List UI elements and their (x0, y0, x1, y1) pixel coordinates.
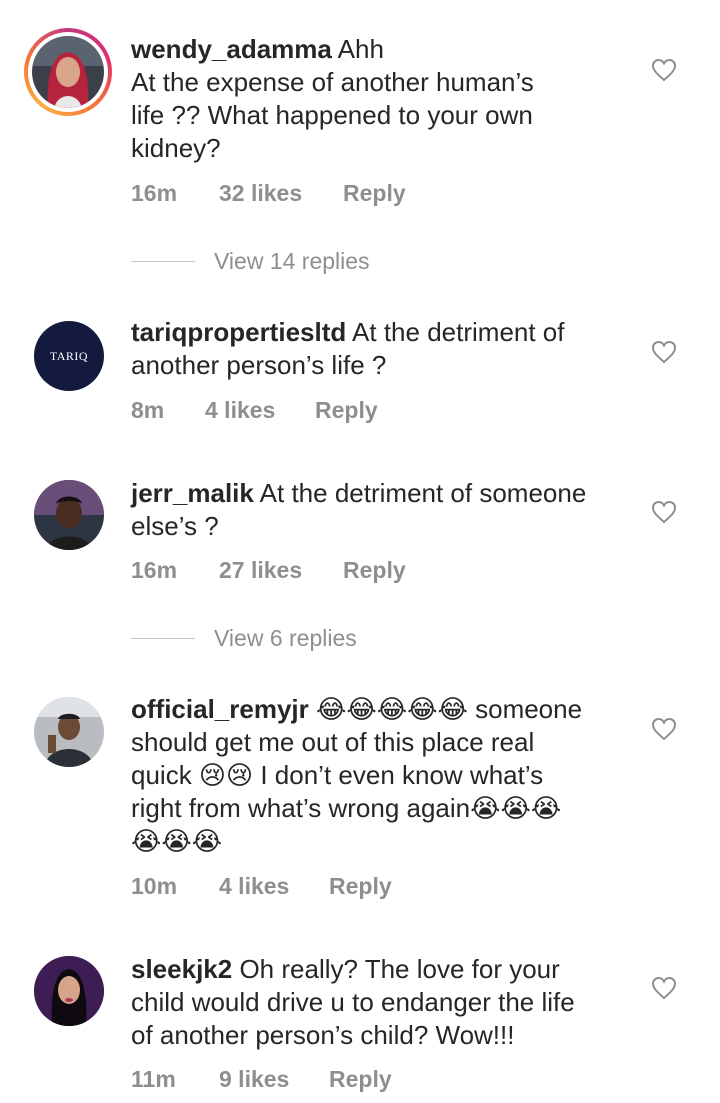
reply-button[interactable]: Reply (329, 873, 392, 900)
avatar (32, 36, 104, 108)
avatar[interactable] (34, 697, 104, 767)
comment-likes[interactable]: 9 likes (219, 1066, 329, 1093)
reply-button[interactable]: Reply (329, 1066, 392, 1093)
comment-time: 8m (131, 397, 165, 423)
comment-meta: 11m 9 likes Reply (131, 1066, 392, 1093)
avatar[interactable] (34, 956, 104, 1026)
heart-outline-icon[interactable] (651, 58, 677, 82)
comment-text: official_remyjr 😂😂😂😂😂 someone should get… (131, 694, 583, 856)
comment-username[interactable]: sleekjk2 (131, 954, 232, 984)
divider (131, 261, 195, 262)
avatar-story-ring[interactable] (24, 28, 112, 116)
view-replies-button[interactable]: View 14 replies (131, 248, 370, 275)
reply-button[interactable]: Reply (315, 397, 378, 424)
comment-username[interactable]: official_remyjr (131, 694, 309, 724)
comment-text: tariqpropertiesltd At the detriment of a… (131, 317, 565, 380)
comment-text: sleekjk2 Oh really? The love for your ch… (131, 954, 575, 1050)
comment-likes[interactable]: 4 likes (205, 397, 315, 424)
comment-username[interactable]: jerr_malik (131, 478, 254, 508)
heart-outline-icon[interactable] (651, 976, 677, 1000)
view-replies-button[interactable]: View 6 replies (131, 625, 357, 652)
comment-meta: 16m 27 likes Reply (131, 557, 406, 584)
comment-username[interactable]: wendy_adamma (131, 34, 332, 64)
comment-likes[interactable]: 32 likes (219, 180, 343, 207)
comment-time: 11m (131, 1066, 176, 1092)
comment-text: jerr_malik At the detriment of someone e… (131, 478, 587, 541)
avatar[interactable] (34, 480, 104, 550)
comment-likes[interactable]: 4 likes (219, 873, 329, 900)
comment-time: 10m (131, 873, 178, 899)
heart-outline-icon[interactable] (651, 340, 677, 364)
heart-outline-icon[interactable] (651, 500, 677, 524)
comment-time: 16m (131, 180, 178, 206)
comment-meta: 16m 32 likes Reply (131, 180, 406, 207)
reply-button[interactable]: Reply (343, 557, 406, 584)
comment-text: wendy_adamma Ahh At the expense of anoth… (131, 34, 534, 163)
avatar[interactable]: TARIQ (34, 321, 104, 391)
reply-button[interactable]: Reply (343, 180, 406, 207)
comment-meta: 8m 4 likes Reply (131, 397, 378, 424)
comment-likes[interactable]: 27 likes (219, 557, 343, 584)
brand-logo: TARIQ (49, 348, 89, 363)
comment-time: 16m (131, 557, 178, 583)
divider (131, 638, 195, 639)
comment-meta: 10m 4 likes Reply (131, 873, 392, 900)
heart-outline-icon[interactable] (651, 717, 677, 741)
comment-username[interactable]: tariqpropertiesltd (131, 317, 346, 347)
